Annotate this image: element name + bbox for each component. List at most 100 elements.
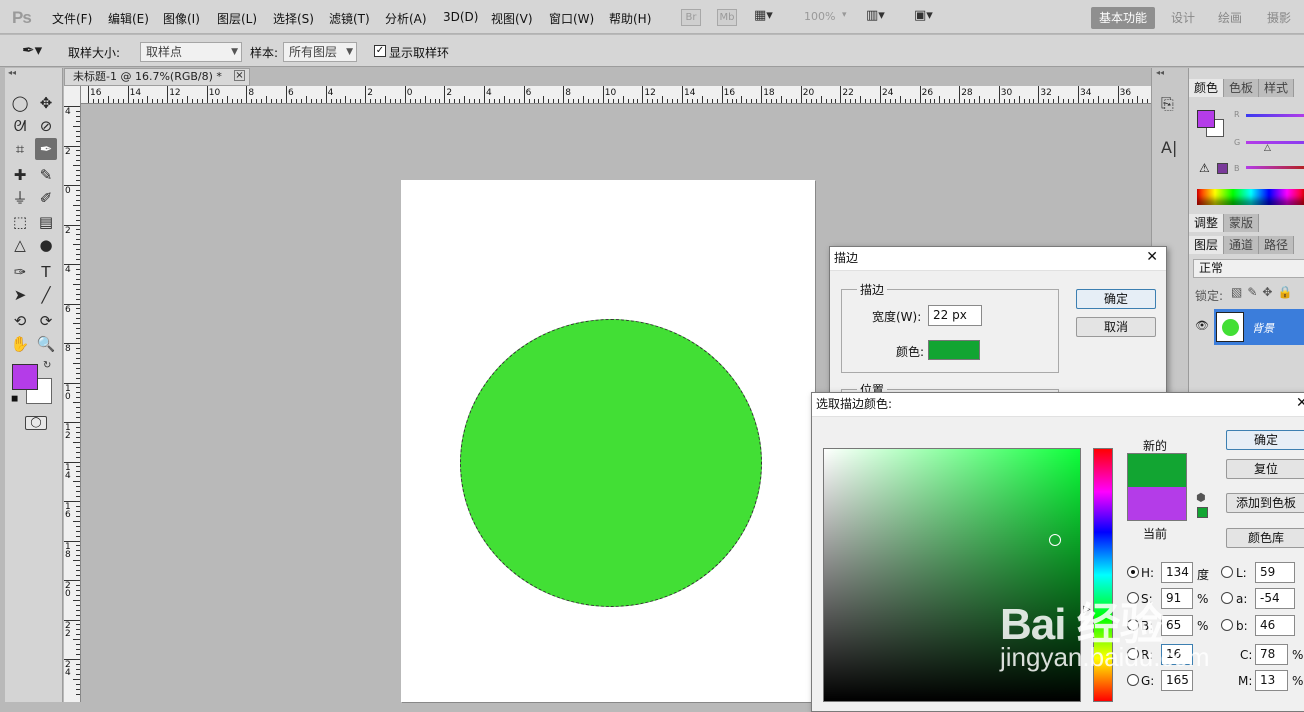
brush-tool-icon[interactable]: ✎: [35, 164, 57, 186]
dodge-tool-icon[interactable]: ●: [35, 234, 57, 256]
menu-layer[interactable]: 图层(L): [217, 10, 257, 27]
swap-colors-icon[interactable]: ↻: [43, 360, 51, 371]
sample-size-select[interactable]: 取样点 ▼: [140, 42, 242, 62]
collapse-panels-icon[interactable]: ◂◂: [1156, 68, 1164, 77]
horizontal-ruler[interactable]: 16 14 12 10 8 6 4 2 0 2 4 6 8 10 12 14 16 18 20 22 24 26 28 30 3…: [64, 86, 1151, 104]
zoom-level[interactable]: 100%: [804, 10, 835, 23]
tab-paths[interactable]: 路径: [1259, 236, 1295, 254]
g-input[interactable]: 165: [1161, 670, 1193, 691]
close-icon[interactable]: ✕: [1296, 395, 1304, 411]
sample-select[interactable]: 所有图层 ▼: [283, 42, 357, 62]
close-icon[interactable]: ✕: [1146, 249, 1158, 265]
history-brush-tool-icon[interactable]: ✐: [35, 187, 57, 209]
color-spectrum-bar[interactable]: [1197, 189, 1304, 205]
move-tool-icon[interactable]: ✥: [35, 92, 57, 114]
view-extras-icon[interactable]: ▦▾: [754, 8, 784, 26]
visibility-eye-icon[interactable]: 👁: [1195, 319, 1209, 332]
menu-view[interactable]: 视图(V): [491, 10, 533, 27]
menu-select[interactable]: 选择(S): [273, 10, 314, 27]
gamut-warning-icon[interactable]: ⚠: [1199, 161, 1210, 175]
lasso-tool-icon[interactable]: ᘛ: [9, 115, 31, 137]
color-field-cursor[interactable]: [1049, 534, 1061, 546]
arrange-documents-icon[interactable]: ▥▾: [866, 8, 900, 26]
channel-b-slider[interactable]: [1246, 166, 1304, 169]
gamut-color-swatch[interactable]: [1217, 163, 1228, 174]
b-input[interactable]: 65: [1161, 615, 1193, 636]
clone-stamp-tool-icon[interactable]: ⏚: [9, 187, 31, 209]
tab-swatches[interactable]: 色板: [1224, 79, 1260, 97]
menu-file[interactable]: 文件(F): [52, 10, 92, 27]
workspace-essentials[interactable]: 基本功能: [1091, 7, 1156, 29]
width-input[interactable]: 22 px: [928, 305, 982, 326]
history-panel-icon[interactable]: ⎘: [1161, 94, 1174, 114]
channel-g-slider[interactable]: [1246, 141, 1304, 144]
3d-rotate-tool-icon[interactable]: ⟲: [9, 310, 31, 332]
menu-help[interactable]: 帮助(H): [609, 10, 651, 27]
tab-adjustments[interactable]: 调整: [1189, 214, 1225, 232]
quick-mask-icon[interactable]: ◯: [25, 416, 47, 430]
tab-channels[interactable]: 通道: [1224, 236, 1260, 254]
radio-a[interactable]: [1221, 592, 1233, 604]
workspace-painting[interactable]: 绘画: [1210, 7, 1250, 29]
panel-fg-swatch[interactable]: [1197, 110, 1215, 128]
blend-mode-select[interactable]: 正常: [1193, 259, 1304, 278]
slider-thumb-icon[interactable]: △: [1264, 143, 1271, 153]
lock-icons[interactable]: ▧✎✥🔒: [1231, 285, 1297, 299]
s-input[interactable]: 91: [1161, 588, 1193, 609]
blur-tool-icon[interactable]: △: [9, 234, 31, 256]
eyedropper-tool-icon[interactable]: ✒: [35, 138, 57, 160]
show-ring-checkbox[interactable]: ✓: [374, 45, 386, 57]
zoom-tool-icon[interactable]: 🔍: [35, 333, 57, 355]
tab-masks[interactable]: 蒙版: [1224, 214, 1260, 232]
tab-color[interactable]: 颜色: [1189, 79, 1225, 97]
menu-filter[interactable]: 滤镜(T): [329, 10, 370, 27]
gradient-tool-icon[interactable]: ▤: [35, 211, 57, 233]
h-input[interactable]: 134: [1161, 562, 1193, 583]
tab-layers[interactable]: 图层: [1189, 236, 1225, 254]
mini-bridge-button[interactable]: Mb: [717, 9, 737, 26]
radio-g[interactable]: [1127, 674, 1139, 686]
a-input[interactable]: -54: [1255, 588, 1295, 609]
crop-tool-icon[interactable]: ⌗: [9, 138, 31, 160]
vertical-ruler[interactable]: 42024681012141618202224: [64, 86, 81, 702]
type-tool-icon[interactable]: T: [35, 261, 57, 283]
cube-icon[interactable]: ⬢: [1196, 491, 1206, 504]
screen-mode-icon[interactable]: ▣▾: [914, 8, 948, 26]
collapse-toolbox-icon[interactable]: ◂◂: [5, 68, 62, 78]
menu-edit[interactable]: 编辑(E): [108, 10, 149, 27]
current-color-swatch[interactable]: [1127, 487, 1187, 521]
radio-h[interactable]: [1127, 566, 1139, 578]
hand-tool-icon[interactable]: ✋: [9, 333, 31, 355]
tab-styles[interactable]: 样式: [1259, 79, 1295, 97]
stroke-ok-button[interactable]: 确定: [1076, 289, 1156, 309]
document-tab[interactable]: 未标题-1 @ 16.7%(RGB/8) * ×: [64, 68, 250, 86]
picker-reset-button[interactable]: 复位: [1226, 459, 1304, 479]
menu-3d[interactable]: 3D(D): [443, 10, 478, 24]
stroke-cancel-button[interactable]: 取消: [1076, 317, 1156, 337]
radio-l[interactable]: [1221, 566, 1233, 578]
workspace-design[interactable]: 设计: [1163, 7, 1203, 29]
menu-image[interactable]: 图像(I): [163, 10, 200, 27]
character-panel-icon[interactable]: A|: [1161, 138, 1177, 157]
path-selection-tool-icon[interactable]: ➤: [9, 284, 31, 306]
zoom-dropdown-icon[interactable]: ▾: [842, 10, 847, 20]
bridge-button[interactable]: Br: [681, 9, 701, 26]
m-input[interactable]: 13: [1255, 670, 1288, 691]
menu-window[interactable]: 窗口(W): [549, 10, 594, 27]
menu-analysis[interactable]: 分析(A): [385, 10, 427, 27]
healing-brush-tool-icon[interactable]: ✚: [9, 164, 31, 186]
eyedropper-preset-icon[interactable]: ✒▾: [22, 41, 42, 59]
picker-ok-button[interactable]: 确定: [1226, 430, 1304, 450]
close-document-icon[interactable]: ×: [234, 70, 245, 81]
3d-orbit-tool-icon[interactable]: ⟳: [35, 310, 57, 332]
workspace-photography[interactable]: 摄影: [1259, 7, 1299, 29]
default-colors-icon[interactable]: ◼: [11, 394, 18, 404]
color-libraries-button[interactable]: 颜色库: [1226, 528, 1304, 548]
channel-r-slider[interactable]: [1246, 114, 1304, 117]
pen-tool-icon[interactable]: ✑: [9, 261, 31, 283]
line-tool-icon[interactable]: ╱: [35, 284, 57, 306]
stroke-color-swatch[interactable]: [928, 340, 980, 360]
l-input[interactable]: 59: [1255, 562, 1295, 583]
layer-row-background[interactable]: 背景: [1214, 309, 1304, 345]
green-circle-selection[interactable]: [460, 319, 762, 607]
